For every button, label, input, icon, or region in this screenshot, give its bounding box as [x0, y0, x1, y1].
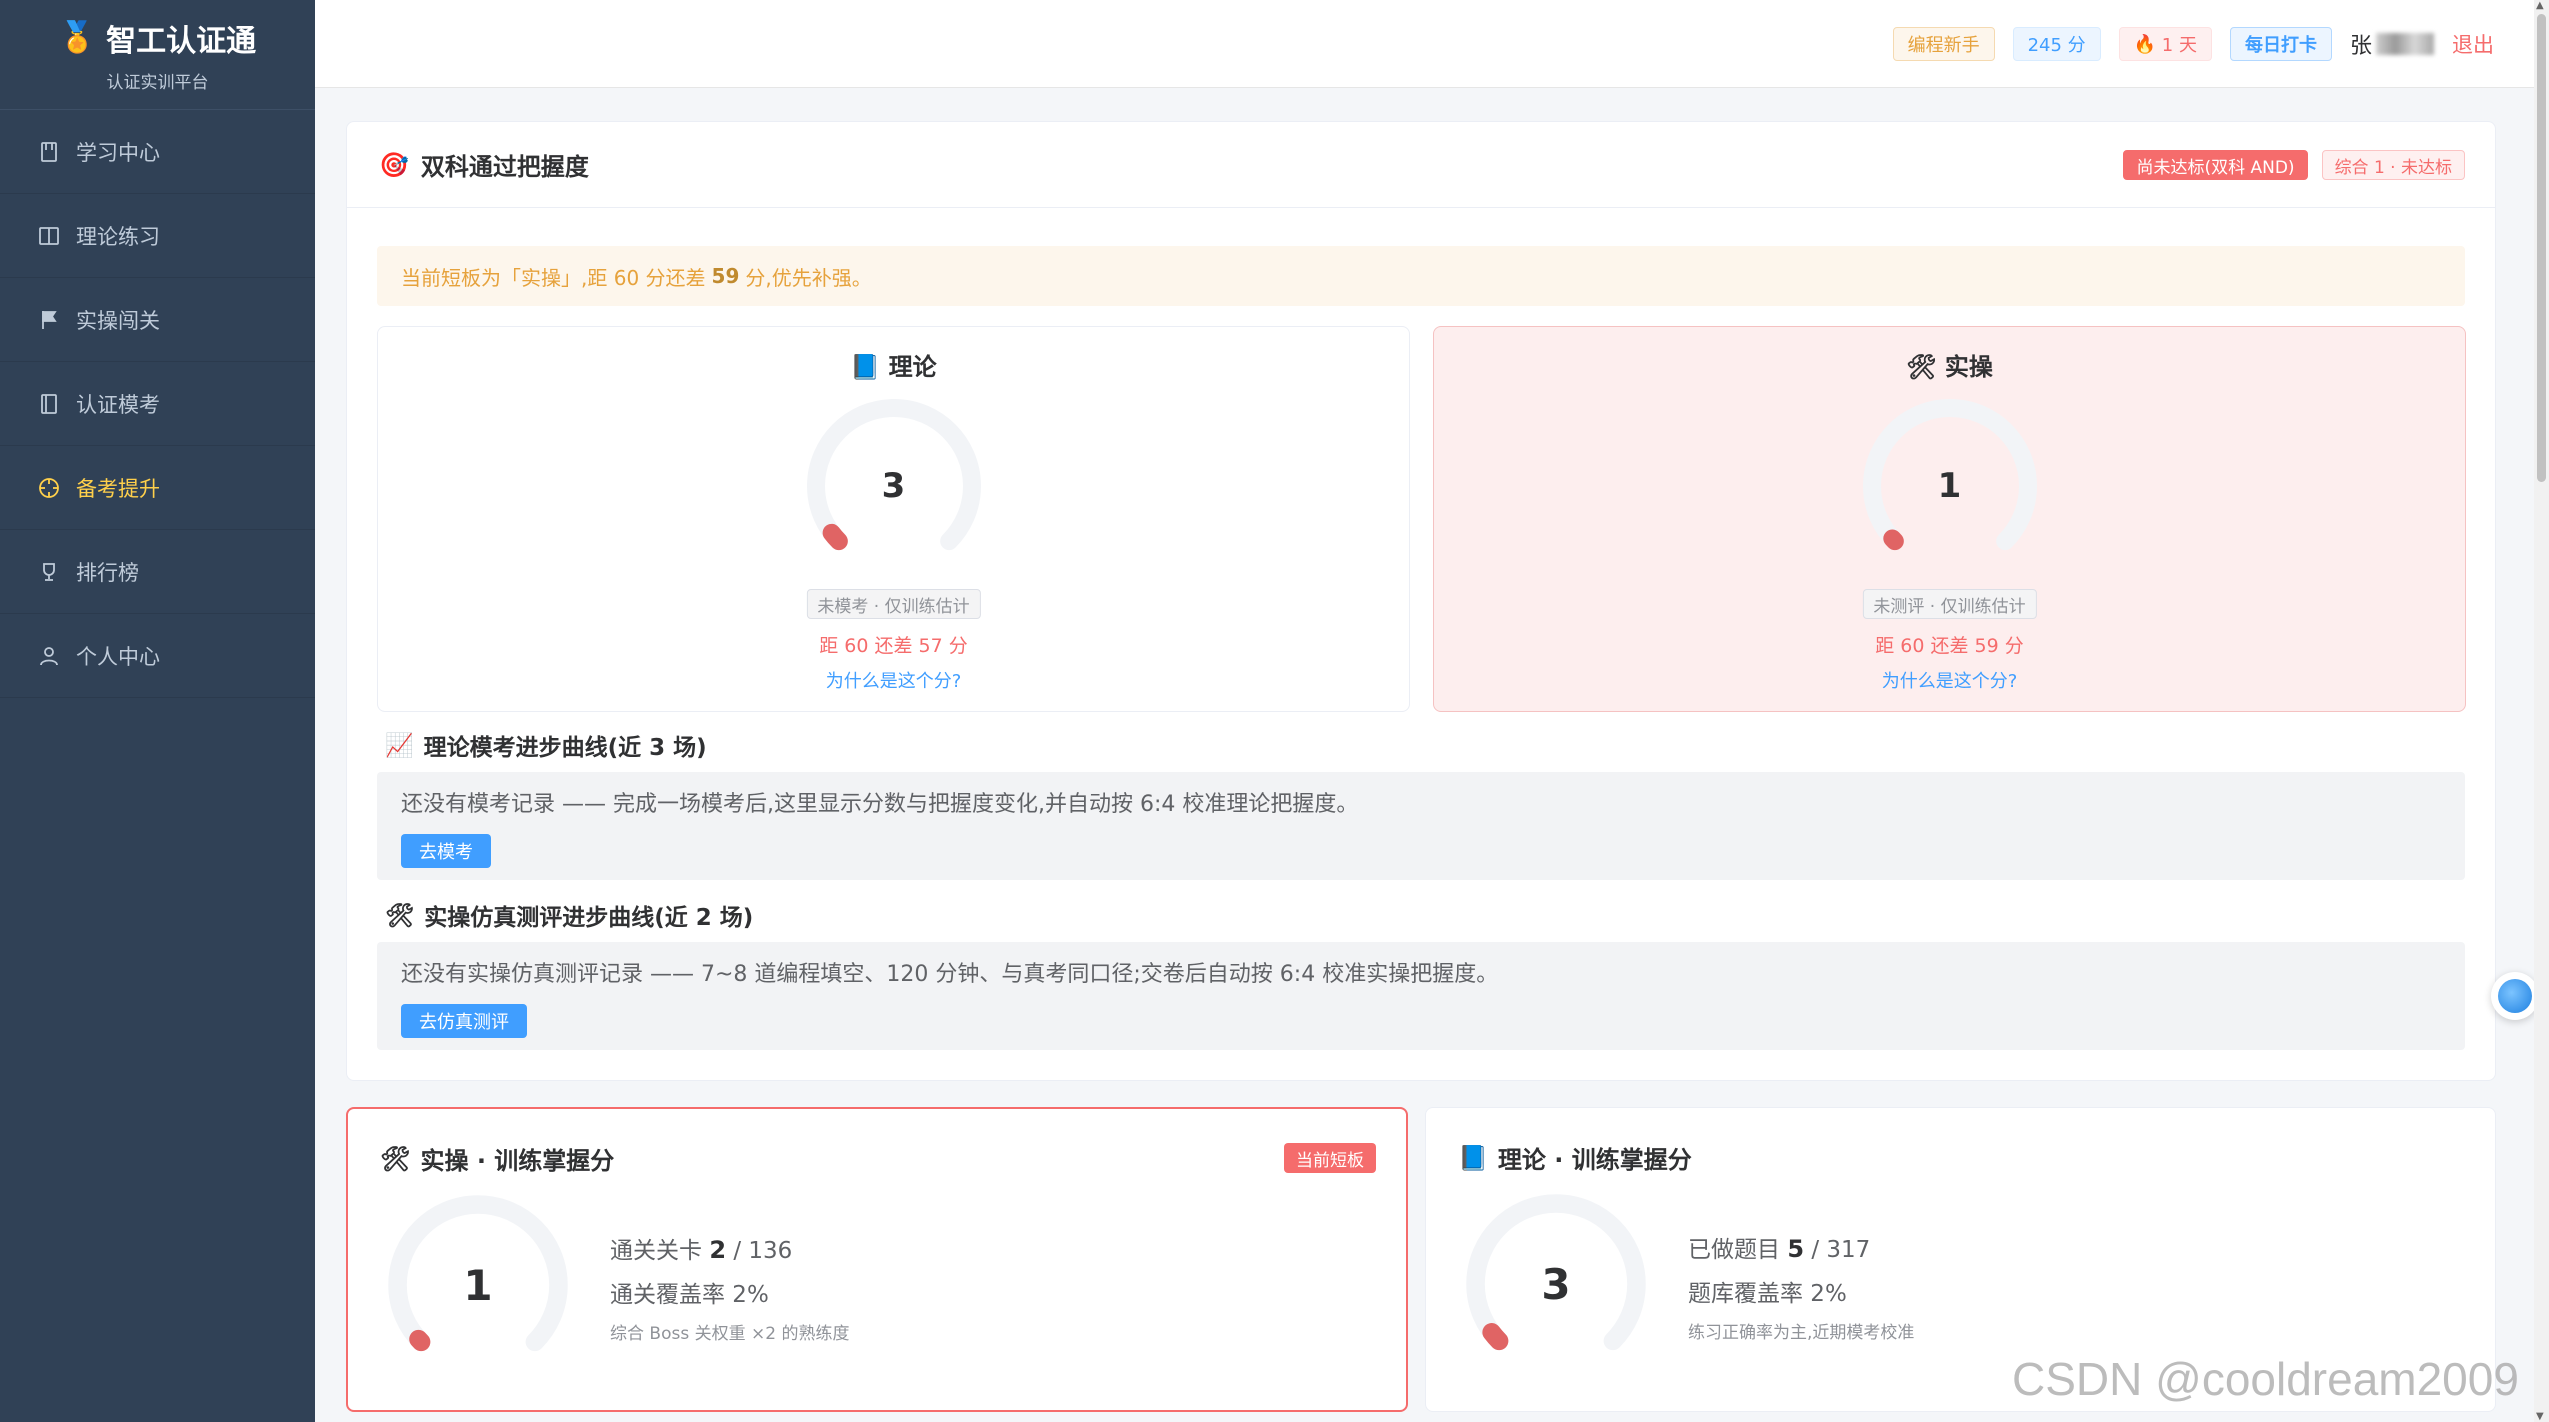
level-coverage: 通关覆盖率 2%: [610, 1282, 769, 1308]
book-icon: [36, 139, 62, 165]
theory-curve-empty-text: 还没有模考记录 —— 完成一场模考后,这里显示分数与把握度变化,并自动按 6:4…: [401, 792, 1359, 817]
sidebar-item-learning[interactable]: 学习中心: [0, 110, 315, 194]
go-simulation-button[interactable]: 去仿真测评: [401, 1004, 527, 1038]
tools-icon: 🛠: [1906, 353, 1937, 381]
streak-tag: 🔥 1 天: [2118, 27, 2212, 61]
practice-subject-panel: 🛠 实操 1 未测评 · 仅训练估计 距 60 还差 59 分 为什么是这个分?: [1433, 326, 2466, 712]
practice-curve-empty: 还没有实操仿真测评记录 —— 7~8 道编程填空、120 分钟、与真考同口径;交…: [377, 942, 2465, 1050]
go-mock-exam-button[interactable]: 去模考: [401, 834, 491, 868]
practice-curve-empty-text: 还没有实操仿真测评记录 —— 7~8 道编程填空、120 分钟、与真考同口径;交…: [401, 962, 1499, 987]
summary-badge: 综合 1 · 未达标: [2321, 150, 2465, 180]
tools-icon: 🛠: [385, 902, 415, 929]
weakness-badge: 当前短板: [1284, 1143, 1376, 1173]
scroll-thumb[interactable]: [2537, 14, 2546, 482]
sidebar: 🏅 智工认证通 认证实训平台 学习中心 理论练习 实操闯关 认证模考 备考提升 …: [0, 0, 315, 1422]
theory-training-note: 练习正确率为主,近期模考校准: [1688, 1323, 1915, 1343]
practice-gap-text: 距 60 还差 59 分: [1875, 635, 2024, 657]
sidebar-item-practice-levels[interactable]: 实操闯关: [0, 278, 315, 362]
scroll-up-icon[interactable]: ▲: [2536, 0, 2544, 11]
sidebar-item-exam-prep[interactable]: 备考提升: [0, 446, 315, 530]
practice-training-card: 🛠 实操 · 训练掌握分 当前短板 1 通关关卡 2 / 136 通关覆盖率 2…: [346, 1107, 1408, 1412]
brand-subtitle: 认证实训平台: [106, 73, 209, 93]
practice-training-gauge: 1: [380, 1187, 576, 1383]
practice-training-note: 综合 Boss 关权重 ×2 的熟练度: [610, 1324, 850, 1344]
assistant-float-button[interactable]: [2491, 972, 2539, 1020]
brand: 🏅 智工认证通 认证实训平台: [0, 0, 315, 110]
medal-icon: 🏅: [58, 20, 97, 55]
practice-why-link[interactable]: 为什么是这个分?: [1434, 667, 2465, 693]
sidebar-item-label: 学习中心: [76, 140, 160, 165]
practice-gauge: 1: [1855, 391, 2045, 581]
practice-title: 实操: [1944, 353, 1993, 381]
sidebar-item-label: 排行榜: [76, 560, 139, 585]
theory-title: 理论: [888, 353, 937, 381]
sidebar-nav: 学习中心 理论练习 实操闯关 认证模考 备考提升 排行榜 个人中心: [0, 110, 315, 698]
questions-done: 已做题目 5 / 317: [1688, 1235, 1871, 1263]
sidebar-item-label: 个人中心: [76, 644, 160, 669]
user-name: 张: [2350, 28, 2434, 60]
page-scrollbar[interactable]: ▲ ▼: [2534, 0, 2549, 1422]
open-book-icon: [36, 223, 62, 249]
practice-training-title: 实操 · 训练掌握分: [420, 1147, 615, 1175]
logout-link[interactable]: 退出: [2452, 29, 2494, 59]
blurred-name: [2376, 33, 2434, 55]
flag-icon: [36, 307, 62, 333]
scroll-down-icon[interactable]: ▼: [2536, 1411, 2544, 1422]
practice-estimate-tag: 未测评 · 仅训练估计: [1862, 589, 2037, 619]
theory-gauge: 3: [799, 391, 989, 581]
sidebar-item-profile[interactable]: 个人中心: [0, 614, 315, 698]
sidebar-item-label: 实操闯关: [76, 308, 160, 333]
practice-curve-title: 🛠 实操仿真测评进步曲线(近 2 场): [385, 902, 754, 932]
sidebar-item-label: 备考提升: [76, 476, 160, 501]
mastery-card: 🎯 双科通过把握度 尚未达标(双科 AND) 综合 1 · 未达标 当前短板为「…: [346, 121, 2496, 1081]
theory-score: 3: [881, 466, 906, 506]
score-tag: 245 分: [2012, 27, 2101, 61]
brand-title: 智工认证通: [106, 24, 257, 59]
weakness-alert: 当前短板为「实操」,距 60 分还差 59 分,优先补强。: [377, 246, 2465, 306]
theory-subject-panel: 📘 理论 3 未模考 · 仅训练估计 距 60 还差 57 分 为什么是这个分?: [377, 326, 1410, 712]
top-header: 编程新手 245 分 🔥 1 天 每日打卡 张 退出: [315, 0, 2534, 88]
theory-training-gauge: 3: [1458, 1186, 1654, 1382]
sidebar-item-mock-exam[interactable]: 认证模考: [0, 362, 315, 446]
theory-curve-empty: 还没有模考记录 —— 完成一场模考后,这里显示分数与把握度变化,并自动按 6:4…: [377, 772, 2465, 880]
question-coverage: 题库覆盖率 2%: [1688, 1281, 1847, 1307]
assistant-icon: [2498, 979, 2532, 1013]
target-icon: [36, 475, 62, 501]
theory-why-link[interactable]: 为什么是这个分?: [378, 667, 1409, 693]
notebook-icon: [36, 391, 62, 417]
checkin-button[interactable]: 每日打卡: [2229, 27, 2332, 61]
practice-score: 1: [1937, 466, 1962, 506]
theory-training-title: 理论 · 训练掌握分: [1497, 1146, 1692, 1174]
levels-passed: 通关关卡 2 / 136: [610, 1236, 793, 1264]
theory-estimate-tag: 未模考 · 仅训练估计: [806, 589, 981, 619]
chart-icon: 📈: [385, 732, 414, 759]
dart-icon: 🎯: [379, 150, 409, 179]
blue-book-icon: 📘: [850, 353, 881, 381]
practice-training-score: 1: [463, 1260, 493, 1310]
status-badge: 尚未达标(双科 AND): [2123, 150, 2308, 180]
trophy-icon: [36, 559, 62, 585]
sidebar-item-label: 认证模考: [76, 392, 160, 417]
theory-gap-text: 距 60 还差 57 分: [819, 635, 968, 657]
user-icon: [36, 643, 62, 669]
tools-icon: 🛠: [380, 1144, 411, 1173]
fire-icon: 🔥: [2133, 33, 2162, 55]
watermark: CSDN @cooldream2009: [2012, 1353, 2519, 1405]
theory-curve-title: 📈 理论模考进步曲线(近 3 场): [385, 732, 707, 762]
blue-book-icon: 📘: [1458, 1143, 1488, 1172]
sidebar-item-label: 理论练习: [76, 224, 160, 249]
sidebar-item-theory-practice[interactable]: 理论练习: [0, 194, 315, 278]
theory-training-score: 3: [1541, 1259, 1571, 1309]
sidebar-item-leaderboard[interactable]: 排行榜: [0, 530, 315, 614]
mastery-title: 双科通过把握度: [420, 153, 589, 181]
level-tag: 编程新手: [1892, 27, 1995, 61]
